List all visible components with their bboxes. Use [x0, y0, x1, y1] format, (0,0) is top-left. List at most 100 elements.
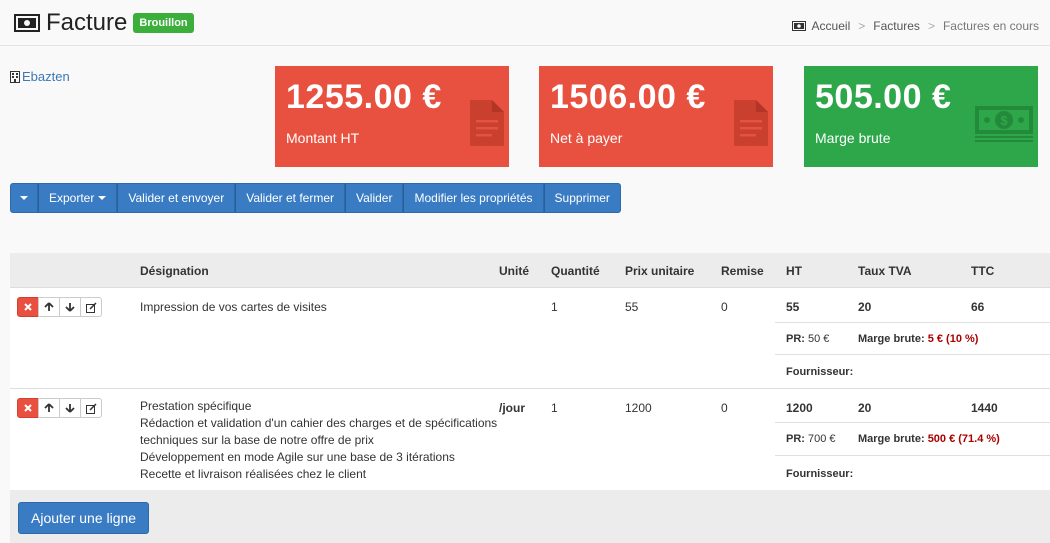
stat-value: 505.00 €	[815, 78, 952, 116]
designation-line: Impression de vos cartes de visites	[140, 300, 327, 314]
move-down-button[interactable]	[59, 297, 81, 317]
row-discount: 0	[721, 300, 728, 314]
arrow-down-icon	[65, 303, 75, 312]
header-unit-price: Prix unitaire	[625, 264, 695, 278]
delete-row-button[interactable]	[17, 297, 39, 317]
row-supplier: Fournisseur:	[786, 468, 854, 480]
row-actions	[17, 297, 102, 317]
close-icon	[24, 404, 32, 412]
money-icon	[791, 21, 806, 31]
move-up-button[interactable]	[38, 297, 60, 317]
arrow-down-icon	[65, 404, 75, 413]
pr-label: PR:	[786, 433, 805, 445]
row-ht: 55	[786, 300, 800, 314]
validate-send-button[interactable]: Valider et envoyer	[117, 183, 236, 213]
move-up-button[interactable]	[38, 398, 60, 418]
company-name[interactable]: Ebazten	[22, 69, 70, 84]
row-gross-margin: Marge brute: 5 € (10 %)	[858, 333, 978, 345]
row-quantity: 1	[551, 401, 558, 415]
document-icon	[470, 100, 504, 146]
header-quantity: Quantité	[551, 264, 600, 278]
header-discount: Remise	[721, 264, 764, 278]
margin-label: Marge brute:	[858, 333, 925, 345]
row-ht: 1200	[786, 401, 813, 415]
breadcrumb: Accueil > Factures > Factures en cours	[791, 19, 1039, 33]
pr-value: 50 €	[808, 333, 830, 345]
add-line-button[interactable]: Ajouter une ligne	[18, 502, 150, 534]
table-header: Désignation Unité Quantité Prix unitaire…	[10, 253, 1050, 288]
pr-value: 700 €	[808, 433, 836, 445]
divider	[775, 354, 1050, 355]
edit-properties-button[interactable]: Modifier les propriétés	[403, 183, 544, 213]
move-down-button[interactable]	[59, 398, 81, 418]
designation-line: Rédaction et validation d'un cahier des …	[140, 416, 498, 430]
margin-label: Marge brute:	[858, 433, 925, 445]
delete-button[interactable]: Supprimer	[543, 183, 621, 213]
top-bar: Facture Brouillon Accueil > Factures > F…	[0, 0, 1050, 46]
stat-label: Marge brute	[815, 130, 891, 146]
row-divider	[10, 388, 1050, 389]
row-purchase-price: PR: 700 €	[786, 433, 836, 445]
row-unit-price: 1200	[625, 401, 652, 415]
row-gross-margin: Marge brute: 500 € (71.4 %)	[858, 433, 1000, 445]
edit-row-button[interactable]	[80, 398, 102, 418]
row-purchase-price: PR: 50 €	[786, 333, 829, 345]
svg-text:$: $	[1000, 113, 1008, 128]
money-icon	[14, 14, 40, 32]
caret-down-icon	[20, 196, 28, 200]
breadcrumb-home[interactable]: Accueil	[812, 19, 851, 33]
edit-icon	[85, 402, 97, 414]
margin-value: 500 € (71.4 %)	[927, 433, 1000, 445]
close-icon	[24, 303, 32, 311]
invoice-lines-table: Désignation Unité Quantité Prix unitaire…	[10, 253, 1050, 543]
export-label: Exporter	[49, 191, 95, 205]
breadcrumb-invoices[interactable]: Factures	[873, 19, 920, 33]
validate-button[interactable]: Valider	[345, 183, 404, 213]
stat-value: 1255.00 €	[286, 78, 442, 116]
row-unit-price: 55	[625, 300, 639, 314]
row-vat: 20	[858, 300, 872, 314]
stat-label: Net à payer	[550, 130, 623, 146]
header-ttc: TTC	[971, 264, 995, 278]
stat-gross-margin: 505.00 € Marge brute $	[804, 66, 1038, 167]
table-footer: Ajouter une ligne	[10, 490, 1050, 543]
margin-value: 5 € (10 %)	[927, 333, 979, 345]
header-unit: Unité	[499, 264, 529, 278]
stat-value: 1506.00 €	[550, 78, 706, 116]
breadcrumb-separator: >	[858, 19, 866, 33]
designation-line: techniques sur la base de notre offre de…	[140, 433, 374, 447]
row-supplier: Fournisseur:	[786, 366, 854, 378]
status-badge: Brouillon	[133, 13, 194, 33]
row-discount: 0	[721, 401, 728, 415]
export-button[interactable]: Exporter	[38, 183, 118, 213]
money-icon: $	[975, 106, 1033, 142]
edit-row-button[interactable]	[80, 297, 102, 317]
divider	[775, 455, 1050, 456]
designation-line: Prestation spécifique	[140, 399, 252, 413]
caret-down-icon	[98, 196, 107, 200]
pr-label: PR:	[786, 333, 805, 345]
breadcrumb-separator: >	[927, 19, 935, 33]
edit-icon	[85, 301, 97, 313]
divider	[775, 422, 1050, 423]
stat-net-to-pay: 1506.00 € Net à payer	[539, 66, 773, 167]
delete-row-button[interactable]	[17, 398, 39, 418]
breadcrumb-current: Factures en cours	[942, 19, 1039, 33]
arrow-up-icon	[44, 403, 54, 412]
title-area: Facture Brouillon	[14, 9, 194, 37]
dropdown-toggle-button[interactable]	[10, 183, 38, 213]
validate-close-button[interactable]: Valider et fermer	[235, 183, 346, 213]
action-toolbar: Exporter Valider et envoyer Valider et f…	[10, 183, 621, 213]
divider	[775, 322, 1050, 323]
row-quantity: 1	[551, 300, 558, 314]
company-link[interactable]: Ebazten	[10, 69, 70, 84]
row-unit: /jour	[499, 401, 525, 415]
header-vat: Taux TVA	[858, 264, 912, 278]
page-title: Facture	[46, 9, 128, 36]
stat-label: Montant HT	[286, 130, 360, 146]
row-ttc: 66	[971, 300, 985, 314]
stat-amount-ht: 1255.00 € Montant HT	[275, 66, 509, 167]
designation-line: Recette et livraison réalisées chez le c…	[140, 467, 367, 481]
row-vat: 20	[858, 401, 872, 415]
row-actions	[17, 398, 102, 418]
